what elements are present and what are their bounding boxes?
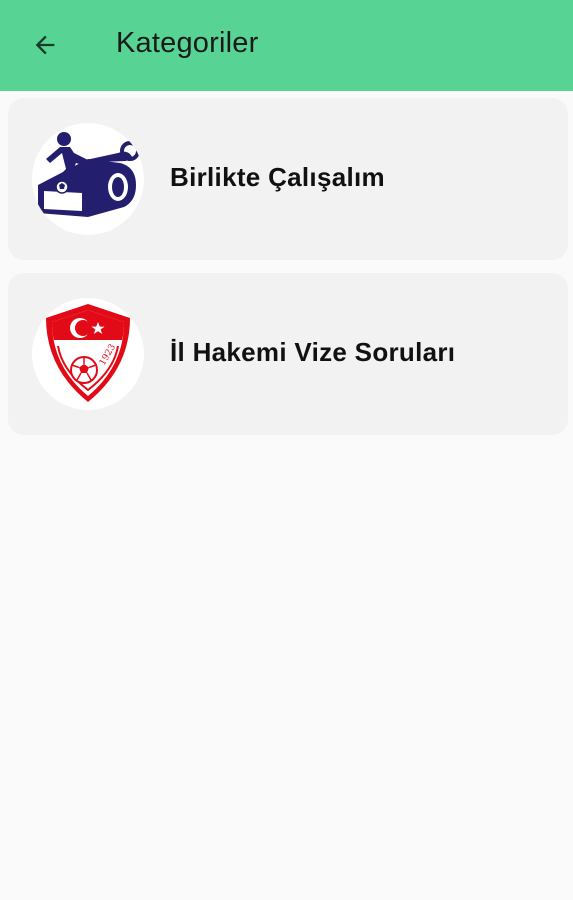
category-label: Birlikte Çalışalım <box>170 162 385 192</box>
app-bar: Kategoriler <box>0 0 573 91</box>
back-button[interactable] <box>20 20 70 70</box>
arrow-left-icon <box>35 35 55 55</box>
tff-crest-logo: 1923 <box>32 298 144 410</box>
category-label: İl Hakemi Vize Soruları <box>170 337 456 367</box>
category-list: Birlikte Çalışalım 1923 İl Hakemi Vize S… <box>8 98 568 448</box>
referee-whistle-logo <box>32 123 144 235</box>
page-title: Kategoriler <box>116 27 259 59</box>
category-card-il-hakemi-vize-sorulari[interactable]: 1923 İl Hakemi Vize Soruları <box>8 273 568 435</box>
category-card-birlikte-calisalim[interactable]: Birlikte Çalışalım <box>8 98 568 260</box>
app-screen: Kategoriler Birlikte Çalışalım 1923 İl H… <box>0 0 573 900</box>
